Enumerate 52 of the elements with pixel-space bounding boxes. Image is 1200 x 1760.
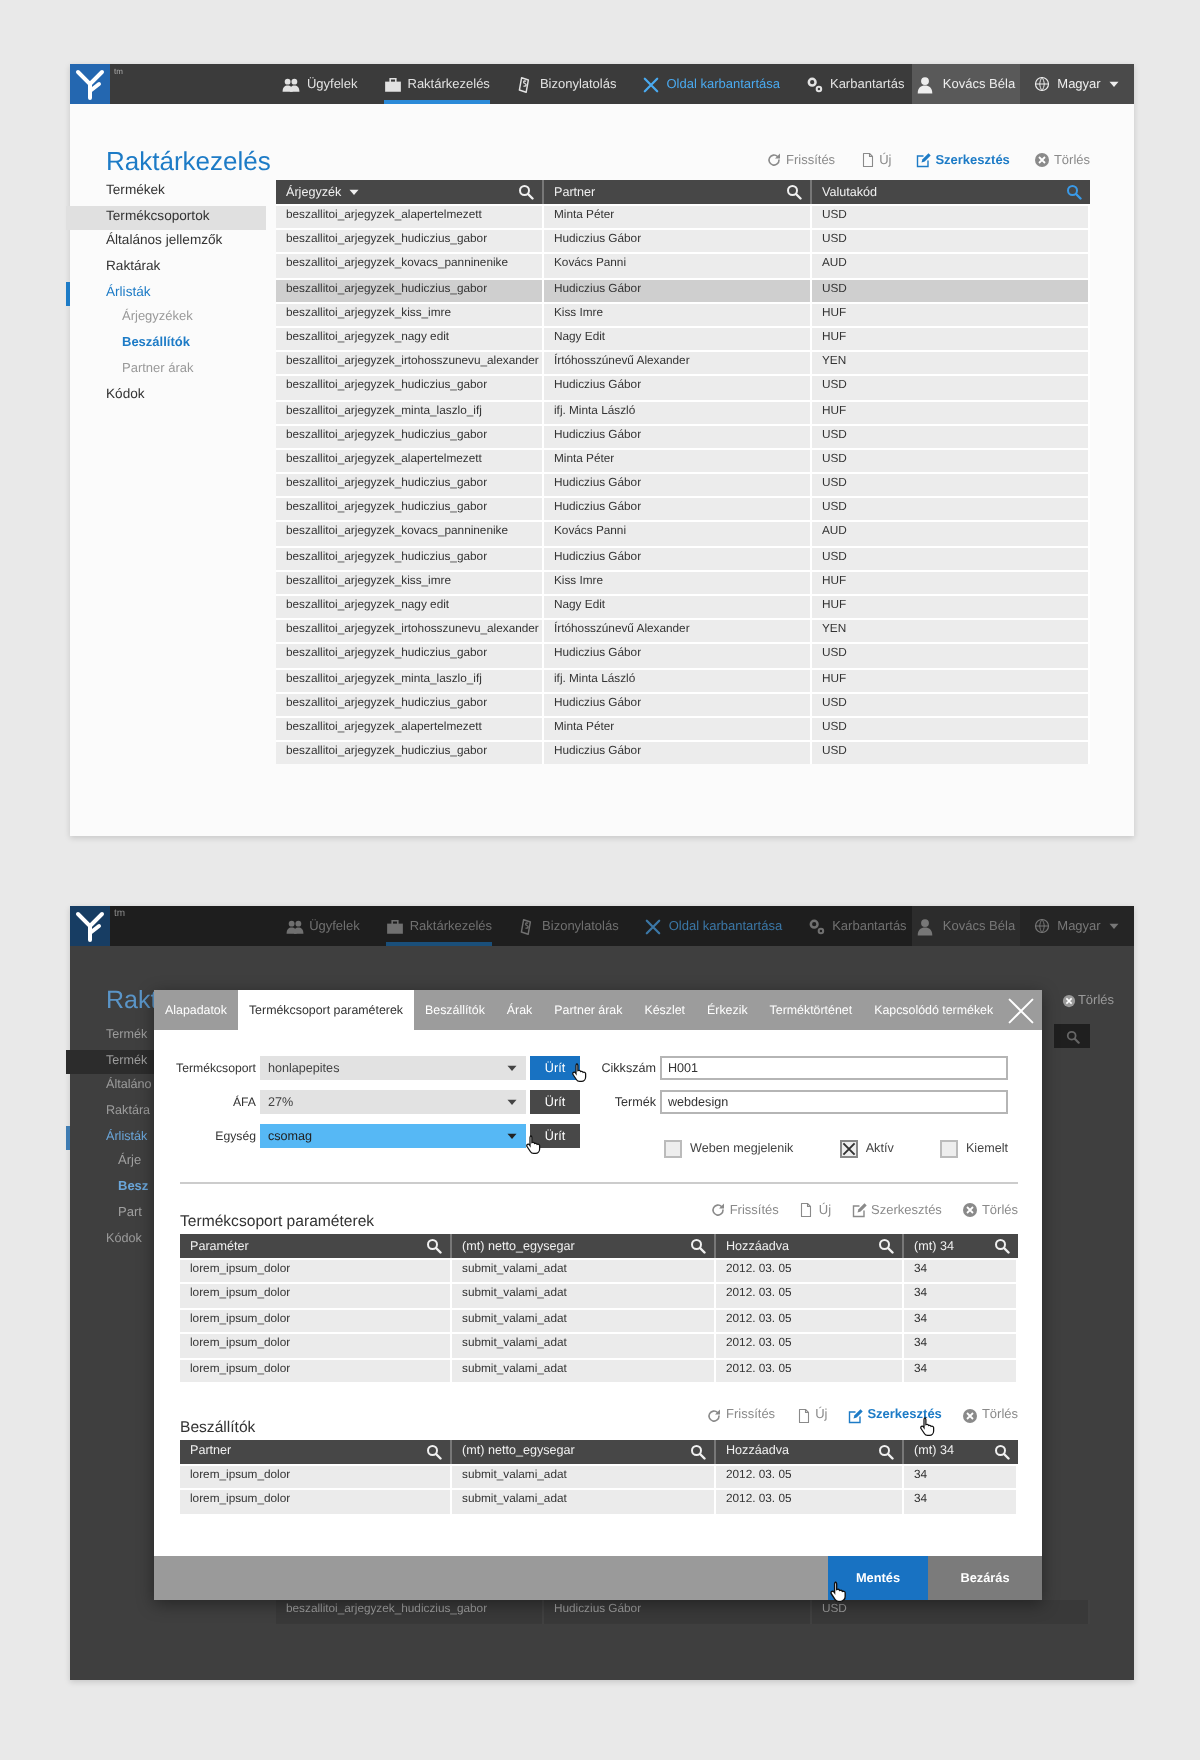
people-icon	[282, 75, 301, 93]
caret-icon	[1108, 920, 1121, 932]
close-icon[interactable]	[1008, 997, 1034, 1023]
delete-icon	[961, 1407, 978, 1424]
edit-icon	[847, 1407, 864, 1424]
tools-icon	[644, 917, 663, 935]
new-document-icon	[859, 152, 876, 168]
gears-icon	[805, 75, 824, 93]
new-document-icon	[798, 1202, 815, 1218]
page-title: Raktárkezelés	[106, 145, 271, 175]
checkbox[interactable]	[939, 1140, 958, 1158]
search-icon	[1065, 1029, 1079, 1043]
search-icon	[426, 1238, 442, 1254]
checkbox[interactable]	[839, 1140, 858, 1158]
search-icon	[994, 1238, 1010, 1254]
user-icon	[916, 917, 935, 935]
edit-icon	[915, 152, 932, 168]
caret-icon	[506, 1062, 518, 1074]
briefcase-icon	[385, 917, 404, 935]
hand-cursor-icon	[524, 1134, 544, 1154]
refresh-icon	[766, 152, 782, 168]
receipt-icon	[518, 917, 537, 935]
app-logo[interactable]	[70, 64, 110, 104]
receipt-icon	[515, 75, 534, 93]
tools-icon	[642, 75, 661, 93]
hand-cursor-icon	[917, 1415, 938, 1436]
app-logo[interactable]	[70, 906, 110, 946]
delete-icon	[1061, 993, 1076, 1007]
caret-icon	[1108, 78, 1121, 90]
new-document-icon	[795, 1407, 812, 1424]
refresh-icon	[706, 1407, 722, 1424]
briefcase-icon	[383, 75, 402, 93]
hand-cursor-icon	[828, 1580, 850, 1602]
globe-icon	[1033, 918, 1050, 934]
people-icon	[285, 917, 304, 935]
search-icon	[426, 1443, 442, 1460]
checkbox[interactable]	[664, 1140, 682, 1158]
caret-icon	[506, 1096, 518, 1108]
search-icon	[994, 1443, 1010, 1460]
search-icon	[690, 1238, 706, 1254]
hand-cursor-icon	[570, 1062, 590, 1082]
edit-icon	[851, 1202, 868, 1218]
refresh-icon	[709, 1202, 726, 1218]
gears-icon	[808, 917, 827, 935]
caret-icon	[506, 1130, 518, 1142]
search-icon	[690, 1443, 706, 1460]
globe-icon	[1033, 76, 1050, 92]
search-icon	[878, 1238, 894, 1254]
delete-icon	[961, 1202, 978, 1218]
delete-icon	[1033, 152, 1050, 168]
search-icon	[878, 1443, 894, 1460]
user-icon	[916, 75, 935, 93]
